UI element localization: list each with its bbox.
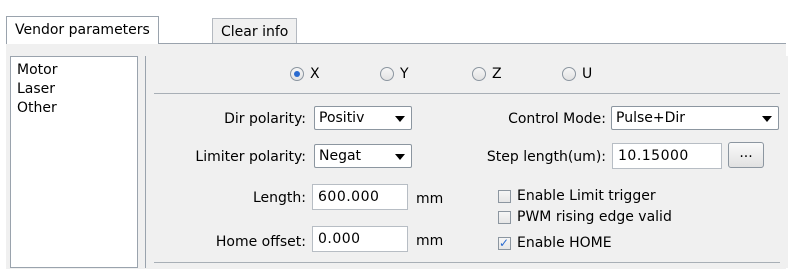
pwm-rising-edge-label: PWM rising edge valid [517, 209, 672, 225]
sidebar-item-motor[interactable]: Motor [17, 61, 57, 79]
chevron-down-icon [395, 154, 405, 160]
sidebar-item-laser[interactable]: Laser [17, 80, 55, 98]
step-length-input[interactable]: 10.15000 [612, 143, 722, 169]
enable-limit-trigger-checkbox[interactable]: Enable Limit trigger [498, 187, 656, 205]
category-list: Motor Laser Other [10, 56, 138, 268]
radio-axis-y[interactable]: Y [380, 66, 409, 82]
dir-polarity-select[interactable]: Positiv [314, 106, 412, 130]
limiter-polarity-label: Limiter polarity: [195, 149, 306, 165]
dir-polarity-label: Dir polarity: [224, 111, 306, 127]
divider-bottom [154, 262, 780, 263]
home-offset-label: Home offset: [215, 234, 306, 250]
pwm-rising-edge-checkbox[interactable]: PWM rising edge valid [498, 208, 672, 226]
radio-x-label: X [310, 66, 320, 82]
checkbox-checked-icon[interactable] [498, 234, 511, 252]
length-label: Length: [252, 190, 306, 206]
radio-y-label: Y [400, 66, 409, 82]
step-length-label: Step length(um): [486, 149, 606, 165]
home-offset-unit: mm [416, 233, 444, 249]
checkbox-icon[interactable] [498, 210, 511, 224]
chevron-down-icon [395, 116, 405, 122]
chevron-down-icon [762, 116, 772, 122]
radio-y-circle-icon[interactable] [380, 67, 394, 81]
length-input[interactable]: 600.000 [312, 184, 408, 210]
limiter-polarity-select[interactable]: Negat [314, 144, 412, 168]
radio-u-circle-icon[interactable] [562, 67, 576, 81]
radio-u-label: U [582, 66, 593, 82]
limiter-polarity-value: Negat [319, 148, 362, 164]
enable-home-label: Enable HOME [517, 235, 612, 251]
control-mode-select[interactable]: Pulse+Dir [611, 106, 779, 130]
tab-vendor-parameters[interactable]: Vendor parameters [6, 16, 159, 44]
control-mode-value: Pulse+Dir [616, 110, 686, 126]
step-length-browse-button[interactable]: ... [728, 142, 764, 168]
tab-clear-info[interactable]: Clear info [212, 18, 298, 44]
home-offset-input[interactable]: 0.000 [312, 226, 408, 252]
radio-axis-u[interactable]: U [562, 66, 592, 82]
radio-x-circle-icon[interactable] [290, 67, 304, 81]
radio-z-label: Z [492, 66, 502, 82]
sidebar-item-other[interactable]: Other [17, 99, 57, 117]
radio-axis-x[interactable]: X [290, 66, 320, 82]
dir-polarity-value: Positiv [319, 110, 365, 126]
enable-home-checkbox[interactable]: Enable HOME [498, 234, 612, 252]
divider-top [154, 93, 780, 94]
radio-axis-z[interactable]: Z [472, 66, 502, 82]
enable-limit-trigger-label: Enable Limit trigger [517, 188, 656, 204]
control-mode-label: Control Mode: [508, 111, 606, 127]
tab-strip: Vendor parameters Clear info [0, 0, 788, 44]
checkbox-icon[interactable] [498, 189, 511, 203]
radio-z-circle-icon[interactable] [472, 67, 486, 81]
length-unit: mm [416, 191, 444, 207]
